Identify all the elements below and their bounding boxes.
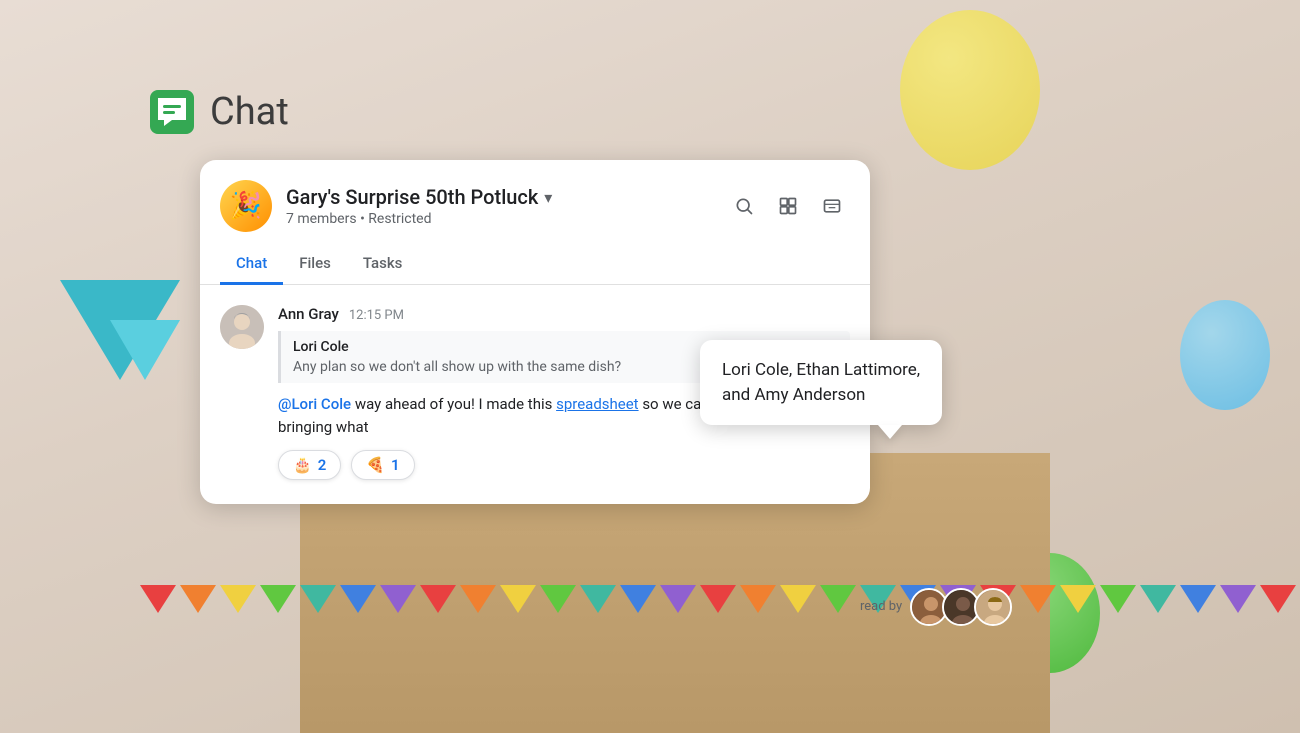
flag: [660, 585, 696, 613]
flag: [500, 585, 536, 613]
cake-emoji: 🎂: [293, 456, 312, 474]
chat-card: 🎉 Gary's Surprise 50th Potluck ▾ 7 membe…: [200, 160, 870, 504]
read-avatar-3: [974, 588, 1012, 626]
flag: [420, 585, 456, 613]
amy-anderson-avatar: [976, 590, 1012, 626]
cake-count: 2: [318, 456, 327, 474]
group-avatar: 🎉: [220, 180, 272, 232]
flag: [220, 585, 256, 613]
layout-icon: [778, 196, 798, 216]
flag: [700, 585, 736, 613]
search-button[interactable]: [726, 188, 762, 224]
read-by-label: read by: [860, 599, 902, 614]
tab-tasks[interactable]: Tasks: [347, 244, 419, 285]
flag: [740, 585, 776, 613]
flag: [540, 585, 576, 613]
spreadsheet-link[interactable]: spreadsheet: [556, 395, 639, 413]
group-name-button[interactable]: Gary's Surprise 50th Potluck ▾: [286, 185, 552, 209]
flag: [180, 585, 216, 613]
read-by-section: read by: [860, 510, 1280, 703]
flag: [820, 585, 856, 613]
read-avatars: [910, 588, 1012, 626]
group-meta: 7 members • Restricted: [286, 211, 552, 227]
tab-files[interactable]: Files: [283, 244, 347, 285]
popup-names-text: Lori Cole, Ethan Lattimore,and Amy Ander…: [722, 360, 920, 405]
google-chat-icon: [150, 90, 194, 134]
pizza-emoji: 🍕: [366, 456, 385, 474]
chat-info-button[interactable]: [814, 188, 850, 224]
flag: [580, 585, 616, 613]
mention[interactable]: @Lori Cole: [278, 395, 351, 413]
reaction-cake[interactable]: 🎂 2: [278, 450, 341, 480]
tab-chat[interactable]: Chat: [220, 244, 283, 285]
balloon-blue: [1180, 300, 1270, 410]
chevron-down-icon: ▾: [544, 188, 552, 207]
popup-names: Lori Cole, Ethan Lattimore,and Amy Ander…: [722, 358, 920, 407]
group-info: 🎉 Gary's Surprise 50th Potluck ▾ 7 membe…: [220, 180, 552, 232]
flag: [620, 585, 656, 613]
balloon-yellow: [900, 10, 1040, 170]
reaction-pizza[interactable]: 🍕 1: [351, 450, 414, 480]
message-time: 12:15 PM: [349, 308, 404, 323]
flag: [260, 585, 296, 613]
flag: [300, 585, 336, 613]
message-meta: Ann Gray 12:15 PM: [278, 305, 850, 323]
search-icon: [734, 196, 754, 216]
triangle-teal-small: [110, 320, 180, 380]
flag: [380, 585, 416, 613]
flag: [780, 585, 816, 613]
app-title: Chat: [210, 90, 289, 134]
sender-avatar: [220, 305, 264, 349]
group-text: Gary's Surprise 50th Potluck ▾ 7 members…: [286, 185, 552, 227]
layout-button[interactable]: [770, 188, 806, 224]
flag: [340, 585, 376, 613]
read-by-popup: Lori Cole, Ethan Lattimore,and Amy Ander…: [700, 340, 942, 425]
pizza-count: 1: [391, 456, 400, 474]
app-header: Chat: [150, 90, 289, 134]
ann-gray-avatar-img: [220, 305, 264, 349]
card-actions: [726, 188, 850, 224]
chat-info-icon: [822, 196, 842, 216]
card-header: 🎉 Gary's Surprise 50th Potluck ▾ 7 membe…: [200, 160, 870, 232]
flag: [140, 585, 176, 613]
flag: [460, 585, 496, 613]
sender-name: Ann Gray: [278, 305, 339, 323]
reactions: 🎂 2 🍕 1: [278, 450, 850, 480]
card-tabs: Chat Files Tasks: [200, 244, 870, 285]
